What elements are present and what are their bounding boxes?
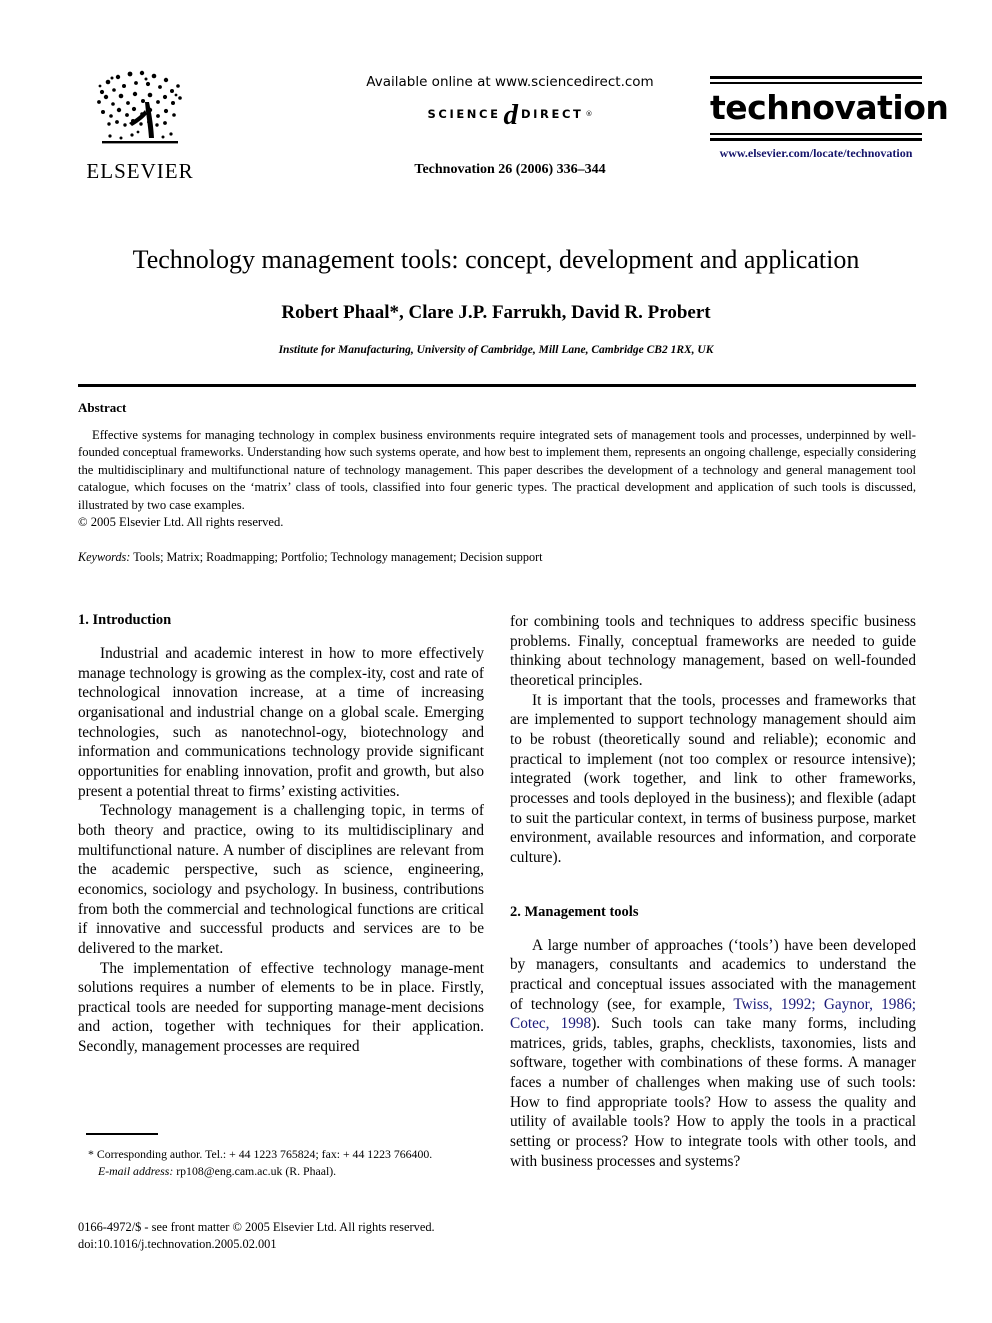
footnote-block: * Corresponding author. Tel.: + 44 1223 … [78, 1146, 484, 1180]
sciencedirect-word-science: SCIENCE [427, 107, 501, 122]
page-title: Technology management tools: concept, de… [132, 245, 860, 274]
keywords-value: Tools; Matrix; Roadmapping; Portfolio; T… [133, 550, 543, 565]
paragraph: for combining tools and techniques to ad… [510, 613, 916, 689]
at-symbol-icon: d [503, 99, 519, 131]
sciencedirect-logo: SCIENCE d DIRECT ® [310, 99, 710, 131]
abstract-separator-rule [78, 384, 916, 387]
email-address[interactable]: rp108@eng.cam.ac.uk (R. Phaal). [176, 1164, 336, 1178]
abstract-block: Abstract Effective systems for managing … [78, 400, 916, 565]
sciencedirect-block: Available online at www.sciencedirect.co… [310, 74, 710, 131]
paper-page: ELSEVIER Available online at www.science… [0, 0, 992, 1323]
paragraph: A large number of approaches (‘tools’) h… [510, 936, 916, 1172]
elsevier-tree-icon [97, 70, 182, 144]
section-heading-introduction: 1. Introduction [78, 612, 172, 628]
imprint-block: 0166-4972/$ - see front matter © 2005 El… [78, 1219, 498, 1253]
affiliation: Institute for Manufacturing, University … [278, 343, 714, 356]
masthead: ELSEVIER Available online at www.science… [70, 62, 949, 202]
doi-line[interactable]: doi:10.1016/j.technovation.2005.02.001 [78, 1236, 498, 1253]
body-column-right: for combining tools and techniques to ad… [510, 612, 916, 1171]
email-label: E-mail address: [98, 1163, 174, 1178]
paragraph: Industrial and academic interest in how … [78, 645, 484, 800]
journal-masthead-logo: technovation www.elsevier.com/locate/tec… [710, 76, 949, 161]
elsevier-logo: ELSEVIER [80, 62, 200, 184]
rule [710, 133, 922, 135]
available-online-text: Available online at www.sciencedirect.co… [366, 74, 654, 90]
author-list: Robert Phaal*, Clare J.P. Farrukh, David… [281, 301, 711, 323]
journal-url-link[interactable]: www.elsevier.com/locate/technovation [710, 146, 922, 161]
paragraph: It is important that the tools, processe… [510, 691, 916, 866]
keywords-label: Keywords: [78, 550, 131, 565]
rule [710, 138, 922, 141]
paragraph-text-after-citation: ). Such tools can take many forms, inclu… [510, 1015, 916, 1170]
abstract-body: Effective systems for managing technolog… [78, 428, 916, 512]
section-heading-management-tools: 2. Management tools [510, 903, 639, 920]
journal-title: technovation [710, 88, 949, 127]
masthead-top-rules [710, 76, 922, 84]
abstract-copyright: © 2005 Elsevier Ltd. All rights reserved… [78, 514, 284, 529]
elsevier-wordmark: ELSEVIER [86, 159, 194, 183]
keywords-line: Keywords: Tools; Matrix; Roadmapping; Po… [78, 550, 916, 565]
rule [710, 76, 922, 79]
title-block: Technology management tools: concept, de… [70, 245, 922, 356]
registered-trademark-icon: ® [585, 110, 593, 119]
footnote-separator-rule [86, 1133, 158, 1135]
issn-copyright-line: 0166-4972/$ - see front matter © 2005 El… [78, 1220, 435, 1234]
body-column-left: 1. Introduction Industrial and academic … [78, 612, 484, 1057]
abstract-heading: Abstract [78, 400, 127, 415]
paragraph: The implementation of effective technolo… [78, 959, 484, 1056]
sciencedirect-word-direct: DIRECT [521, 107, 584, 122]
email-note: E-mail address: rp108@eng.cam.ac.uk (R. … [78, 1163, 484, 1180]
corresponding-author-note: * Corresponding author. Tel.: + 44 1223 … [88, 1147, 433, 1161]
paragraph: Technology management is a challenging t… [78, 802, 484, 957]
masthead-bottom-rules [710, 133, 922, 141]
journal-reference: Technovation 26 (2006) 336–344 [414, 162, 606, 177]
